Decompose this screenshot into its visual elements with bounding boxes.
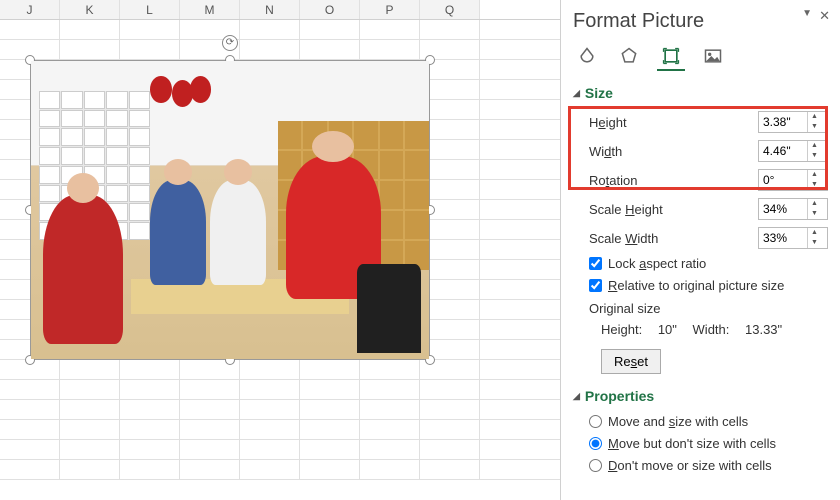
size-tab-icon[interactable] [657, 43, 685, 71]
rotate-handle-icon[interactable]: ⟳ [222, 35, 238, 51]
spin-down-icon[interactable]: ▼ [808, 180, 821, 190]
column-headers: J K L M N O P Q [0, 0, 560, 20]
width-label: Width [589, 144, 622, 159]
properties-section: ◢ Properties Move and size with cells Mo… [573, 388, 828, 473]
panel-tabs [573, 43, 828, 71]
col-header[interactable]: N [240, 0, 300, 19]
col-header[interactable]: K [60, 0, 120, 19]
embedded-picture[interactable]: ⟳ [30, 60, 430, 360]
scale-height-field: Scale Height ▲▼ [589, 198, 828, 220]
properties-section-header[interactable]: ◢ Properties [573, 388, 828, 404]
col-header[interactable]: P [360, 0, 420, 19]
col-header[interactable]: J [0, 0, 60, 19]
col-header[interactable]: Q [420, 0, 480, 19]
spreadsheet-grid[interactable]: J K L M N O P Q [0, 0, 560, 500]
panel-title: Format Picture [573, 10, 828, 33]
rotation-field: Rotation ▲▼ [589, 169, 828, 191]
height-input[interactable]: ▲▼ [758, 111, 828, 133]
scale-width-input[interactable]: ▲▼ [758, 227, 828, 249]
width-field: Width ▲▼ [589, 140, 828, 162]
spin-down-icon[interactable]: ▼ [808, 122, 821, 132]
original-size-label: Original size [589, 301, 828, 316]
height-label: Height [589, 115, 627, 130]
rotation-label: Rotation [589, 173, 637, 188]
fill-tab-icon[interactable] [573, 43, 601, 71]
move-size-radio[interactable]: Move and size with cells [589, 414, 828, 429]
spin-up-icon[interactable]: ▲ [808, 199, 821, 209]
scale-height-input[interactable]: ▲▼ [758, 198, 828, 220]
size-section: ◢ Size Height ▲▼ Width ▲▼ Rotation [573, 85, 828, 374]
reset-button[interactable]: Reset [601, 349, 661, 374]
spin-down-icon[interactable]: ▼ [808, 238, 821, 248]
effects-tab-icon[interactable] [615, 43, 643, 71]
panel-options-icon[interactable]: ▼ [802, 8, 812, 19]
col-header[interactable]: O [300, 0, 360, 19]
spin-up-icon[interactable]: ▲ [808, 141, 821, 151]
height-field: Height ▲▼ [589, 111, 828, 133]
spin-down-icon[interactable]: ▼ [808, 209, 821, 219]
size-section-header[interactable]: ◢ Size [573, 85, 828, 101]
spin-down-icon[interactable]: ▼ [808, 151, 821, 161]
scale-height-label: Scale Height [589, 202, 663, 217]
picture-content [31, 61, 429, 359]
spin-up-icon[interactable]: ▲ [808, 228, 821, 238]
picture-tab-icon[interactable] [699, 43, 727, 71]
collapse-icon: ◢ [573, 391, 580, 402]
dont-move-radio[interactable]: Don't move or size with cells [589, 458, 828, 473]
rotation-input[interactable]: ▲▼ [758, 169, 828, 191]
lock-aspect-checkbox[interactable]: Lock aspect ratio [589, 256, 828, 271]
scale-width-field: Scale Width ▲▼ [589, 227, 828, 249]
format-picture-panel: ▼ ✕ Format Picture ◢ Size Height [560, 0, 840, 500]
collapse-icon: ◢ [573, 88, 580, 99]
scale-width-label: Scale Width [589, 231, 658, 246]
close-icon[interactable]: ✕ [819, 8, 830, 24]
col-header[interactable]: L [120, 0, 180, 19]
relative-original-checkbox[interactable]: Relative to original picture size [589, 278, 828, 293]
spin-up-icon[interactable]: ▲ [808, 170, 821, 180]
move-nosize-radio[interactable]: Move but don't size with cells [589, 436, 828, 451]
width-input[interactable]: ▲▼ [758, 140, 828, 162]
col-header[interactable]: M [180, 0, 240, 19]
spin-up-icon[interactable]: ▲ [808, 112, 821, 122]
original-size-values: Height: 10" Width: 13.33" [601, 322, 828, 337]
